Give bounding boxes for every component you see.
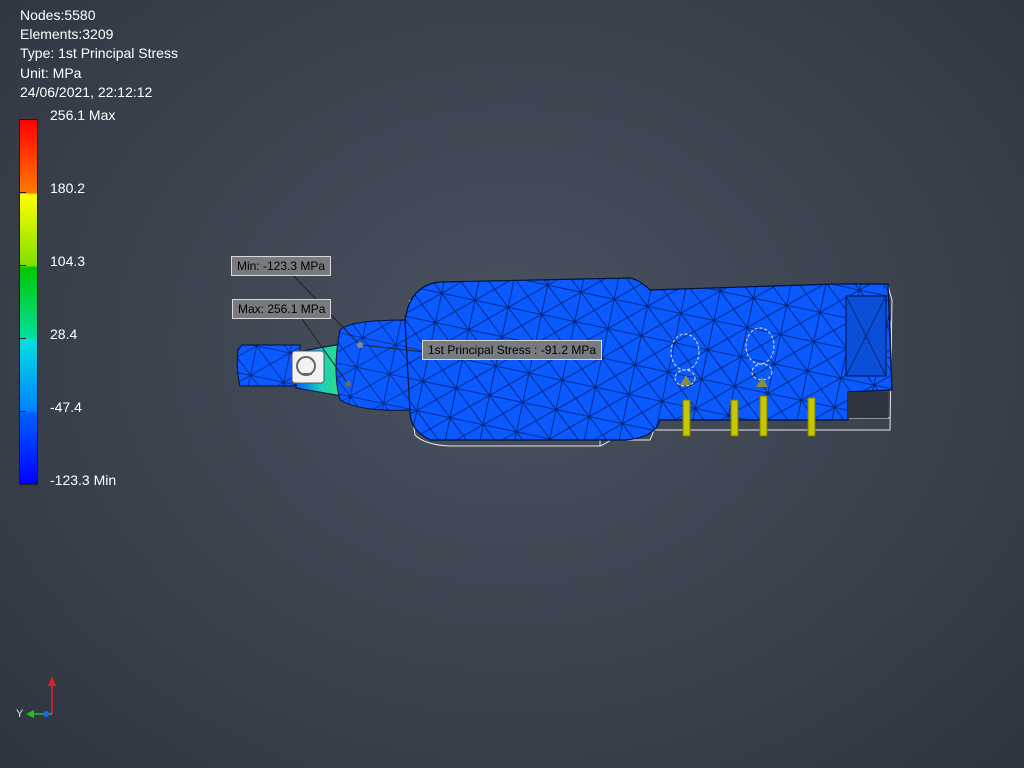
triad-y-label: Y (16, 708, 24, 720)
min-probe-point[interactable] (357, 342, 363, 348)
max-probe-label[interactable]: Max: 256.1 MPa (232, 299, 332, 319)
model-viewport[interactable] (0, 0, 1024, 768)
fixed-constraint-marker[interactable] (291, 350, 325, 384)
max-probe-point[interactable] (345, 381, 351, 387)
x-axis-icon (43, 711, 49, 717)
stress-probe-label[interactable]: 1st Principal Stress : -91.2 MPa (422, 340, 603, 360)
min-probe-label[interactable]: Min: -123.3 MPa (231, 256, 332, 276)
